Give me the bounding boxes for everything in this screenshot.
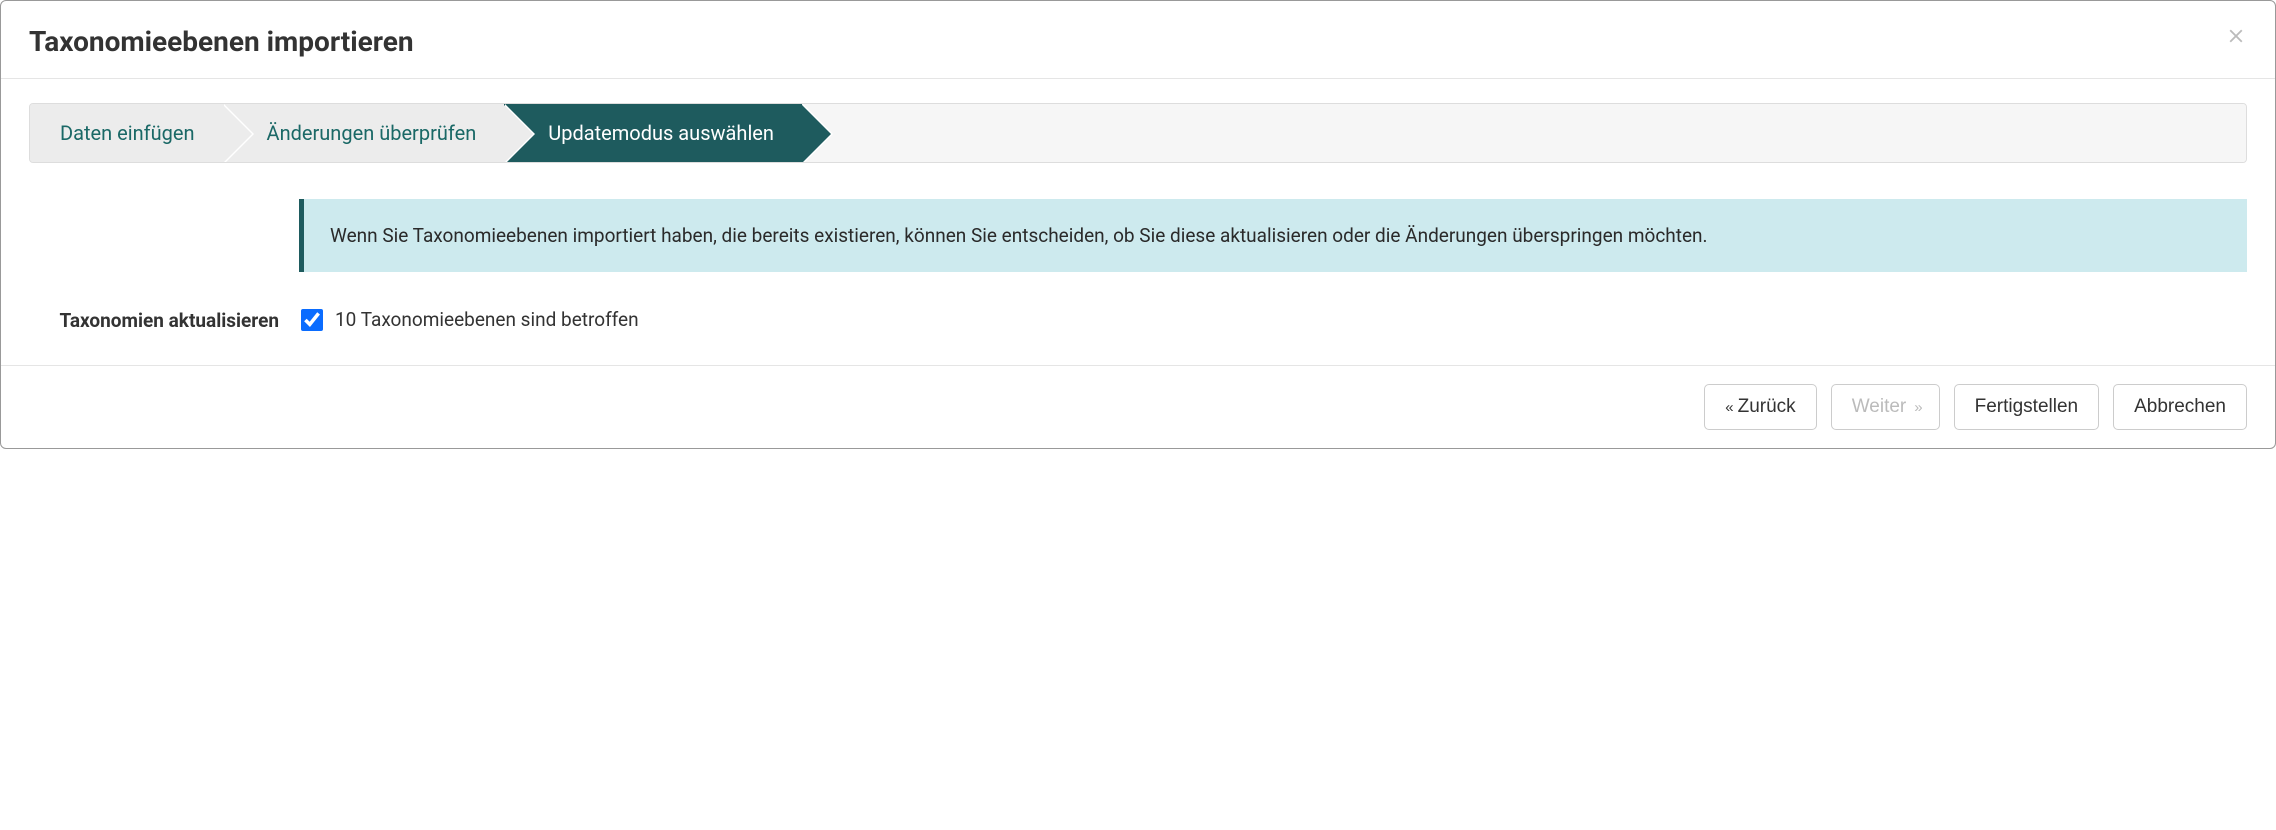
update-description: 10 Taxonomieebenen sind betroffen — [335, 308, 639, 331]
cancel-button[interactable]: Abbrechen — [2113, 384, 2247, 430]
info-box: Wenn Sie Taxonomieebenen importiert habe… — [299, 199, 2247, 272]
wizard-step-review-changes[interactable]: Änderungen überprüfen — [223, 104, 505, 162]
form-control-update: 10 Taxonomieebenen sind betroffen — [301, 308, 639, 331]
wizard-steps: Daten einfügen Änderungen überprüfen Upd… — [29, 103, 2247, 163]
finish-button[interactable]: Fertigstellen — [1954, 384, 2100, 430]
wizard-step-label: Änderungen überprüfen — [267, 121, 477, 145]
chevron-double-left-icon: « — [1725, 399, 1729, 416]
update-checkbox[interactable] — [301, 309, 323, 331]
modal-body: Daten einfügen Änderungen überprüfen Upd… — [1, 79, 2275, 365]
modal-footer: « Zurück Weiter » Fertigstellen Abbreche… — [1, 365, 2275, 448]
chevron-double-right-icon: » — [1914, 399, 1918, 416]
form-row-update: Taxonomien aktualisieren 10 Taxonomieebe… — [29, 308, 2247, 335]
close-button[interactable] — [2225, 25, 2247, 49]
wizard-step-label: Updatemodus auswählen — [548, 121, 774, 145]
back-button-label: Zurück — [1738, 396, 1796, 418]
modal-title: Taxonomieebenen importieren — [29, 25, 414, 58]
form-label-update: Taxonomien aktualisieren — [29, 308, 279, 335]
info-text: Wenn Sie Taxonomieebenen importiert habe… — [330, 224, 1708, 247]
wizard-step-label: Daten einfügen — [60, 121, 195, 145]
close-icon — [2225, 35, 2247, 50]
wizard-step-select-update-mode[interactable]: Updatemodus auswählen — [504, 104, 802, 162]
import-modal: Taxonomieebenen importieren Daten einfüg… — [0, 0, 2276, 449]
next-button-label: Weiter — [1852, 396, 1907, 418]
finish-button-label: Fertigstellen — [1975, 396, 2079, 418]
next-button: Weiter » — [1831, 384, 1940, 430]
cancel-button-label: Abbrechen — [2134, 396, 2226, 418]
back-button[interactable]: « Zurück — [1704, 384, 1816, 430]
wizard-step-insert-data[interactable]: Daten einfügen — [30, 104, 223, 162]
wizard-spacer — [802, 104, 2246, 162]
modal-header: Taxonomieebenen importieren — [1, 1, 2275, 79]
